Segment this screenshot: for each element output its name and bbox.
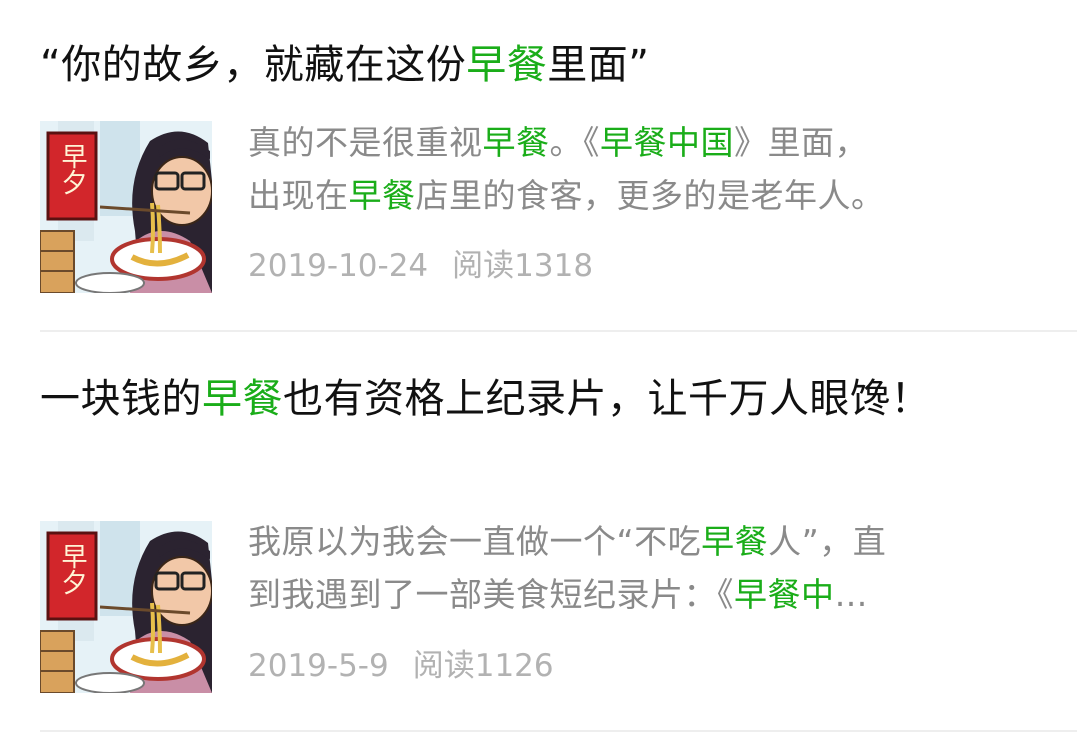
excerpt-text: 人”，直	[768, 522, 887, 561]
keyword-highlight: 早餐中	[734, 575, 835, 614]
title-text: 也有资格上纪录片，让千万人眼馋！	[283, 376, 931, 422]
excerpt-text: 到我遇到了一部美食短纪录片：《	[248, 575, 734, 614]
excerpt-text: 》里面，	[734, 123, 868, 162]
keyword-highlight: 早餐	[466, 42, 548, 88]
keyword-highlight: 早餐	[482, 123, 550, 162]
publish-date: 2019-5-9	[248, 648, 389, 684]
read-count: 阅读1126	[412, 648, 554, 684]
read-count: 阅读1318	[452, 248, 594, 284]
title-text: 一块钱的	[40, 376, 202, 422]
article-meta: 2019-5-9 阅读1126	[248, 646, 554, 686]
cartoon-illustration: 早夕	[40, 521, 212, 693]
sign-text: 早夕	[57, 543, 87, 595]
publish-date: 2019-10-24	[248, 248, 429, 284]
excerpt-text: 。《	[549, 123, 600, 162]
divider	[40, 730, 1077, 732]
keyword-highlight: 早餐	[202, 376, 283, 422]
excerpt-text: 真的不是很重视	[248, 123, 483, 162]
excerpt-text: 我原以为我会一直做一个“不吃	[248, 522, 702, 561]
article-excerpt: 我原以为我会一直做一个“不吃早餐人”，直 到我遇到了一部美食短纪录片：《早餐中…	[248, 515, 1008, 621]
article-meta: 2019-10-24 阅读1318	[248, 246, 593, 286]
article-title[interactable]: “你的故乡，就藏在这份早餐里面”	[40, 30, 1030, 101]
title-text: 里面”	[547, 42, 650, 88]
excerpt-text: 出现在	[248, 176, 349, 215]
keyword-highlight: 早餐中国	[600, 123, 734, 162]
title-text: “你的故乡，就藏在这份	[40, 42, 467, 88]
excerpt-text: 店里的食客，更多的是老年人。	[415, 176, 885, 215]
excerpt-text: …	[834, 575, 868, 614]
article-thumbnail[interactable]: 早夕	[40, 121, 212, 293]
article-title[interactable]: 一块钱的早餐也有资格上纪录片，让千万人眼馋！	[40, 364, 970, 435]
sign-text: 早夕	[57, 143, 87, 195]
cartoon-illustration: 早夕	[40, 121, 212, 293]
article-thumbnail[interactable]: 早夕	[40, 521, 212, 693]
keyword-highlight: 早餐	[701, 522, 769, 561]
keyword-highlight: 早餐	[348, 176, 416, 215]
divider	[40, 330, 1077, 332]
article-excerpt: 真的不是很重视早餐。《早餐中国》里面， 出现在早餐店里的食客，更多的是老年人。	[248, 116, 1008, 222]
